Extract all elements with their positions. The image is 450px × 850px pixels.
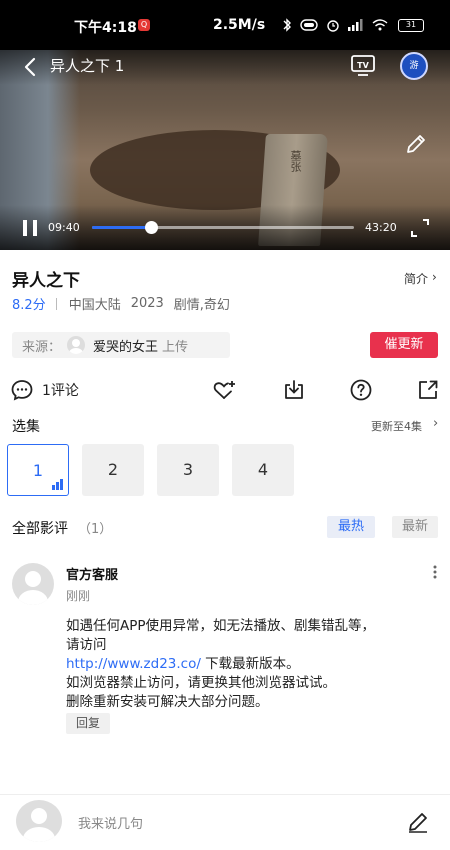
notification-badge: Q [138, 19, 150, 31]
comment-author[interactable]: 官方客服 [66, 564, 118, 583]
status-bar: 下午4:18 Q 2.5M/s 31 [0, 0, 450, 50]
meta-divider [55, 297, 57, 310]
comment-time: 刚刚 [66, 589, 91, 603]
source-label: 来源： [22, 339, 62, 355]
rating: 8.2分 [12, 298, 46, 313]
svg-text:TV: TV [357, 61, 369, 70]
comment-avatar[interactable] [12, 563, 54, 605]
episode-label: 3 [182, 460, 194, 479]
user-avatar[interactable]: 游 [400, 52, 428, 80]
more-vertical-icon[interactable] [430, 564, 440, 580]
pencil-icon[interactable] [404, 132, 428, 156]
chevron-right-icon[interactable]: › [432, 270, 437, 284]
reviews-title: 全部影评 [12, 521, 68, 537]
network-speed: 2.5M/s [213, 17, 266, 33]
progress-bar[interactable] [92, 221, 354, 234]
bottom-divider [0, 794, 450, 795]
reply-button[interactable]: 回复 [66, 713, 110, 734]
episode-label: 2 [107, 460, 119, 479]
alarm-icon [327, 20, 339, 32]
duration: 43:20 [365, 221, 397, 234]
comment-line: 如浏览器禁止访问，请更换其他浏览器试试。 [66, 675, 336, 691]
episodes-title: 选集 [12, 419, 40, 435]
source-chip[interactable]: 来源： 爱哭的女王 上传 [12, 332, 230, 358]
episode-button-3[interactable]: 3 [157, 444, 219, 496]
playing-bars-icon [52, 479, 63, 490]
chevron-right-icon[interactable]: › [433, 416, 438, 431]
fullscreen-icon[interactable] [410, 218, 430, 238]
comment-link[interactable]: http://www.zd23.co/ [66, 656, 201, 672]
status-time: 下午4:18 [74, 20, 137, 36]
sort-new-button[interactable]: 最新 [392, 516, 438, 538]
sort-hot-button[interactable]: 最热 [327, 516, 375, 538]
comment-line: 下载最新版本。 [200, 656, 300, 672]
help-icon[interactable] [349, 378, 373, 402]
share-icon[interactable] [416, 378, 440, 402]
back-icon[interactable] [20, 56, 42, 78]
comment-icon[interactable] [10, 378, 34, 402]
year: 2023 [130, 296, 164, 311]
episodes-update-text[interactable]: 更新至4集 [371, 418, 422, 434]
tv-cast-icon[interactable]: TV [350, 54, 376, 76]
bluetooth-icon [283, 18, 291, 32]
reviews-count: （1） [78, 522, 113, 537]
pause-icon[interactable] [20, 218, 40, 238]
comment-link-line: http://www.zd23.co/ 下载最新版本。 [66, 655, 440, 674]
signal-icon [348, 19, 363, 31]
progress-knob[interactable] [144, 221, 158, 234]
comment-count[interactable]: 1评论 [42, 380, 79, 400]
comment-line: 请访问 [66, 637, 107, 653]
current-time: 09:40 [48, 221, 80, 234]
comment-line: 删除重新安装可解决大部分问题。 [66, 694, 269, 710]
my-avatar [16, 800, 62, 842]
genres: 剧情,奇幻 [173, 298, 230, 313]
video-title: 异人之下 1 [50, 57, 125, 75]
region: 中国大陆 [68, 298, 121, 313]
comment-input[interactable]: 我来说几句 [78, 813, 143, 832]
episode-label: 1 [32, 461, 44, 480]
vibrate-icon [300, 19, 318, 31]
show-title: 异人之下 [12, 271, 80, 291]
video-player[interactable]: 墓张 [0, 50, 450, 250]
intro-link[interactable]: 简介 [404, 270, 428, 287]
show-meta: 8.2分 中国大陆 2023 剧情,奇幻 [12, 294, 240, 313]
download-icon[interactable] [282, 378, 306, 402]
upload-text: 上传 [162, 339, 189, 355]
comment-line: 如遇任何APP使用异常，如无法播放、剧集错乱等， [66, 618, 376, 634]
progress-fill [92, 226, 151, 229]
episode-label: 4 [257, 460, 269, 479]
episode-button-1[interactable]: 1 [7, 444, 69, 496]
uploader-avatar [67, 336, 86, 354]
uploader-name: 爱哭的女王 [93, 339, 159, 355]
pencil-icon[interactable] [406, 810, 430, 834]
comment-body: 如遇任何APP使用异常，如无法播放、剧集错乱等， 请访问 http://www.… [66, 617, 440, 712]
episode-button-2[interactable]: 2 [82, 444, 144, 496]
urge-update-button[interactable]: 催更新 [370, 332, 438, 358]
favorite-add-icon[interactable] [212, 378, 236, 402]
episode-button-4[interactable]: 4 [232, 444, 294, 496]
battery-icon: 31 [398, 19, 424, 32]
wifi-icon [372, 19, 388, 31]
status-icons [282, 18, 388, 32]
